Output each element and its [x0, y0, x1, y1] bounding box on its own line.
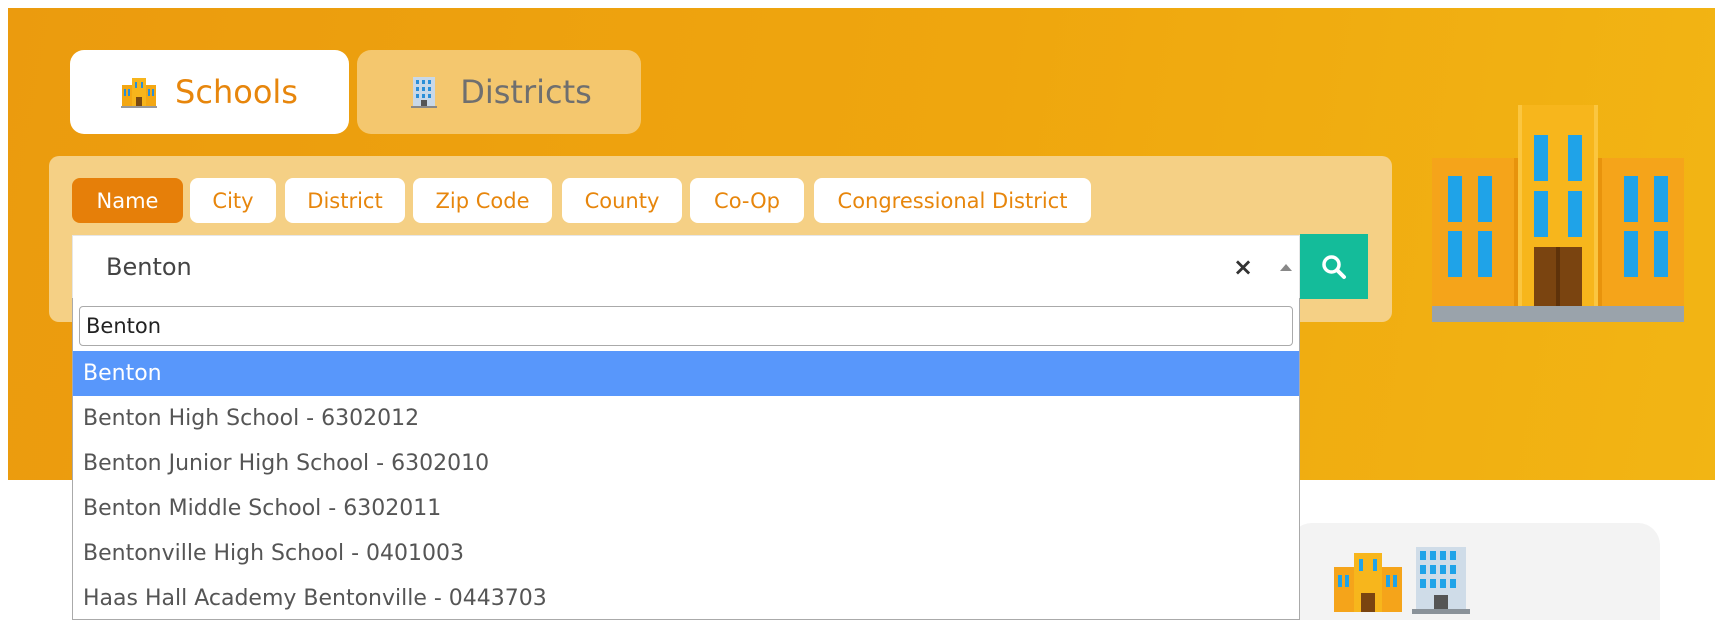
school-building-icon — [121, 78, 158, 108]
filter-congressional-district[interactable]: Congressional District — [814, 178, 1091, 223]
filter-county[interactable]: County — [562, 178, 682, 223]
caret-up-icon[interactable] — [1280, 264, 1292, 271]
filter-district[interactable]: District — [285, 178, 405, 223]
filter-zip-code[interactable]: Zip Code — [413, 178, 552, 223]
dropdown-option[interactable]: Benton Junior High School - 6302010 — [73, 441, 1299, 486]
dropdown-option[interactable]: Bentonville High School - 0401003 — [73, 531, 1299, 576]
dropdown-option[interactable]: Benton — [73, 351, 1299, 396]
selected-value: Benton — [106, 253, 192, 281]
tab-districts[interactable]: Districts — [357, 50, 641, 134]
tab-schools-label: Schools — [175, 73, 298, 111]
school-building-illustration — [1432, 105, 1684, 322]
filter-name[interactable]: Name — [72, 178, 183, 223]
dropdown-option[interactable]: Haas Hall Academy Bentonville - 0443703 — [73, 576, 1299, 619]
tab-districts-label: Districts — [460, 73, 592, 111]
school-building-icon — [1334, 553, 1402, 612]
dropdown-search-input[interactable] — [79, 306, 1293, 346]
school-select[interactable]: Benton × — [72, 235, 1300, 299]
search-button[interactable] — [1300, 234, 1368, 299]
office-building-icon — [411, 77, 438, 108]
dropdown-option[interactable]: Benton Middle School - 6302011 — [73, 486, 1299, 531]
clear-selection-icon[interactable]: × — [1233, 236, 1253, 298]
tab-schools[interactable]: Schools — [70, 50, 349, 134]
card-icons — [1334, 547, 1470, 614]
office-building-icon — [1412, 547, 1470, 614]
filter-city[interactable]: City — [190, 178, 276, 223]
select-dropdown: Benton Benton High School - 6302012 Bent… — [72, 298, 1300, 620]
search-icon — [1322, 254, 1346, 279]
dropdown-option[interactable]: Benton High School - 6302012 — [73, 396, 1299, 441]
filter-co-op[interactable]: Co-Op — [690, 178, 804, 223]
